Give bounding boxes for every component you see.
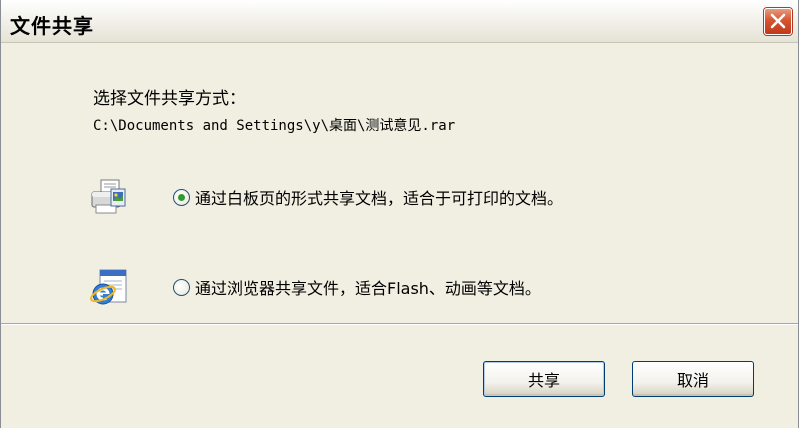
browser-option-label: 通过浏览器共享文件，适合Flash、动画等文档。 [195, 279, 541, 298]
radio-selected-dot [178, 193, 185, 201]
dialog-body: 选择文件共享方式： C:\Documents and Settings\y\桌面… [1, 43, 798, 323]
cancel-button[interactable]: 取消 [632, 361, 754, 397]
share-button[interactable]: 共享 [483, 361, 605, 397]
option-browser[interactable]: 通过浏览器共享文件，适合Flash、动画等文档。 [89, 265, 541, 309]
close-button[interactable] [764, 8, 792, 35]
dialog-footer: 共享 取消 [1, 325, 798, 428]
close-icon [770, 13, 786, 29]
share-method-heading: 选择文件共享方式： [93, 89, 246, 109]
internet-explorer-icon [89, 267, 129, 307]
window-title: 文件共享 [10, 14, 94, 38]
file-path-text: C:\Documents and Settings\y\桌面\测试意见.rar [93, 118, 456, 134]
file-share-dialog: 文件共享 选择文件共享方式： C:\Documents and Settings… [0, 0, 799, 428]
browser-radio[interactable] [173, 278, 190, 296]
whiteboard-radio[interactable] [173, 188, 190, 206]
option-whiteboard[interactable]: 通过白板页的形式共享文档，适合于可打印的文档。 [89, 175, 563, 219]
title-bar: 文件共享 [1, 0, 798, 43]
whiteboard-option-label: 通过白板页的形式共享文档，适合于可打印的文档。 [195, 189, 564, 208]
printer-document-icon [89, 177, 129, 217]
